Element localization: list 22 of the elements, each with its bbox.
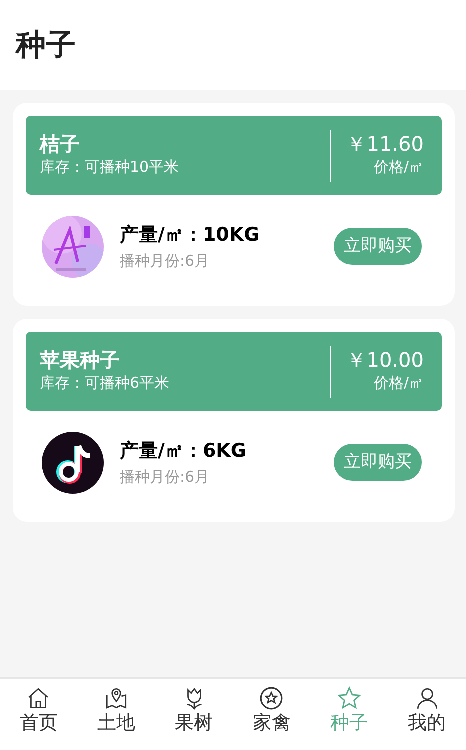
yield-text: 产量/㎡：10KG (120, 223, 261, 248)
price-unit: 价格/㎡ (372, 373, 424, 394)
map-pin-icon (104, 686, 129, 711)
page-title: 种子 (16, 26, 76, 64)
sowing-month: 播种月份:6月 (120, 466, 211, 488)
price-text: ￥11.60 (346, 132, 424, 156)
user-icon (414, 686, 440, 711)
sowing-month: 播种月份:6月 (120, 250, 211, 272)
stock-text: 库存：可播种6平米 (40, 373, 171, 394)
tab-item[interactable]: 果树 (155, 679, 234, 750)
product-name: 桔子 (40, 132, 81, 156)
tab-item[interactable]: 土地 (78, 679, 156, 750)
star-icon (337, 686, 362, 711)
tab-item[interactable]: 家禽 (233, 679, 311, 750)
tab-item[interactable]: 首页 (0, 679, 78, 750)
price-text: ￥10.00 (346, 348, 424, 372)
stock-text: 库存：可播种10平米 (40, 157, 180, 178)
price-unit: 价格/㎡ (372, 157, 424, 178)
tab-item[interactable]: 我的 (388, 679, 466, 750)
yield-text: 产量/㎡：6KG (120, 439, 248, 464)
product-name: 苹果种子 (40, 348, 121, 372)
star-circle-icon (259, 686, 284, 711)
